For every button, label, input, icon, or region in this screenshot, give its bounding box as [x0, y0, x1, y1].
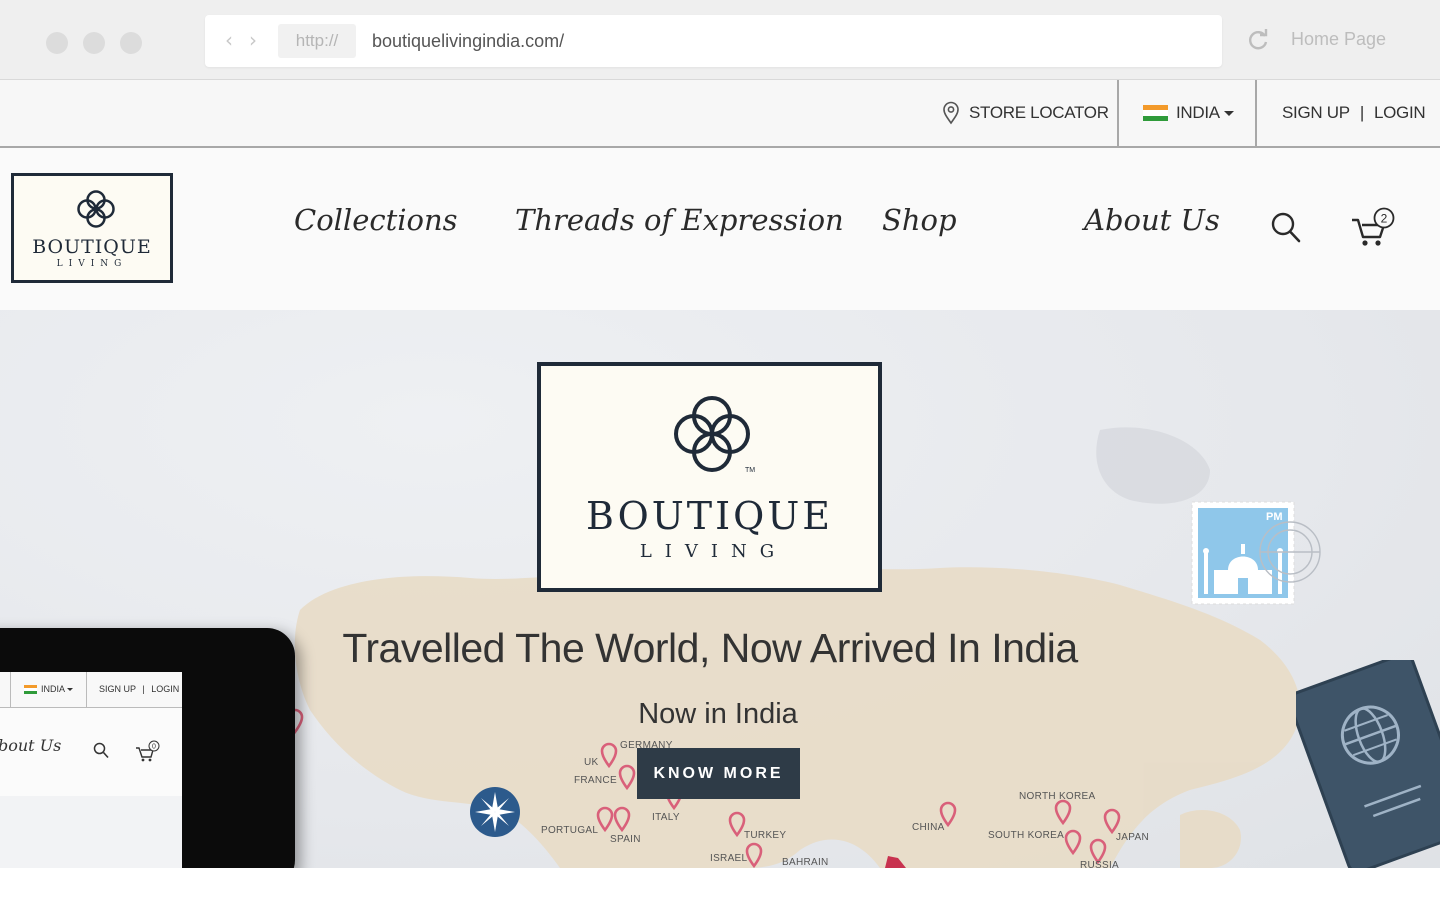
- login-link[interactable]: LOGIN: [1374, 103, 1426, 123]
- window-close-dot[interactable]: [46, 32, 68, 54]
- map-label-north-korea: NORTH KOREA: [1019, 791, 1096, 802]
- tablet-screen: INDIA SIGN UP | LOGIN bout Us 0: [0, 672, 182, 868]
- brand-name: BOUTIQUE: [32, 236, 152, 258]
- divider: [1255, 80, 1257, 146]
- map-label-portugal: PORTUGAL: [541, 825, 599, 836]
- tablet-topbar: INDIA SIGN UP | LOGIN: [0, 672, 182, 708]
- cart-button[interactable]: 2: [1350, 206, 1398, 255]
- browser-chrome: ‹ › http:// boutiquelivingindia.com/ Hom…: [0, 0, 1440, 80]
- tablet-auth-separator: |: [142, 684, 145, 694]
- map-label-uk: UK: [584, 757, 599, 768]
- hero-banner: GERMANY UK FRANCE PORTUGAL SPAIN ITALY T…: [0, 310, 1440, 868]
- map-label-turkey: TURKEY: [744, 830, 787, 841]
- map-label-china: CHINA: [912, 822, 945, 833]
- map-label-france: FRANCE: [574, 775, 617, 786]
- tablet-nav: bout Us 0: [0, 708, 182, 796]
- country-label: INDIA: [1176, 103, 1220, 122]
- india-flag-icon: [24, 684, 37, 694]
- divider: [10, 672, 11, 708]
- tablet-country-selector: INDIA: [24, 684, 74, 694]
- map-label-italy: ITALY: [652, 812, 680, 823]
- caret-down-icon: [67, 687, 74, 691]
- window-maximize-dot[interactable]: [120, 32, 142, 54]
- nav-collections[interactable]: Collections: [294, 203, 458, 237]
- brand-logo[interactable]: BOUTIQUE LIVING: [11, 173, 173, 283]
- home-page-button[interactable]: Home Page: [1291, 29, 1386, 50]
- search-icon: [93, 742, 109, 759]
- url-text[interactable]: boutiquelivingindia.com/: [372, 15, 564, 67]
- divider: [86, 672, 87, 708]
- address-bar[interactable]: ‹ › http:// boutiquelivingindia.com/: [205, 15, 1222, 67]
- map-label-israel: ISRAEL: [710, 853, 748, 864]
- svg-text:0: 0: [152, 744, 156, 751]
- store-locator-link[interactable]: STORE LOCATOR: [942, 80, 1109, 146]
- cart-icon: 2: [1352, 207, 1395, 246]
- reload-icon[interactable]: [1245, 27, 1271, 53]
- svg-text:TM: TM: [745, 467, 755, 474]
- nav-about-us[interactable]: About Us: [1084, 203, 1220, 237]
- tablet-login: LOGIN: [151, 684, 180, 694]
- auth-links: SIGN UP | LOGIN: [1282, 80, 1426, 146]
- taj-mahal-stamp-icon: PM: [1191, 501, 1321, 605]
- hero-brand-name: BOUTIQUE: [585, 494, 834, 538]
- tablet-sign-up: SIGN UP: [99, 684, 136, 694]
- map-label-bahrain: BAHRAIN: [782, 857, 829, 868]
- know-more-button[interactable]: KNOW MORE: [637, 748, 800, 799]
- brand-sub: LIVING: [56, 259, 128, 269]
- location-pin-icon: [943, 101, 959, 125]
- country-selector[interactable]: INDIA: [1143, 80, 1234, 146]
- map-label-spain: SPAIN: [610, 834, 641, 845]
- caret-down-icon: [1223, 110, 1234, 116]
- nav-threads-of-expression[interactable]: Threads of Expression: [515, 203, 844, 237]
- site-topbar: STORE LOCATOR INDIA SIGN UP | LOGIN: [0, 80, 1440, 148]
- map-label-south-korea: SOUTH KOREA: [988, 830, 1065, 841]
- hero-brand-logo: TM BOUTIQUE LIVING: [537, 362, 882, 592]
- map-label-japan: JAPAN: [1116, 832, 1149, 843]
- cart-icon: 0: [136, 740, 160, 762]
- knot-logo-icon: TM: [674, 396, 755, 474]
- nav-shop[interactable]: Shop: [882, 203, 957, 237]
- compass-icon: [470, 787, 520, 837]
- hero-brand-sub: LIVING: [639, 541, 788, 562]
- divider: [1117, 80, 1119, 146]
- chevron-left-icon[interactable]: ‹: [225, 27, 233, 53]
- tablet-device-mockup: INDIA SIGN UP | LOGIN bout Us 0: [0, 628, 295, 868]
- tablet-country-label: INDIA: [41, 684, 66, 694]
- auth-separator: |: [1359, 103, 1364, 122]
- map-label-russia: RUSSIA: [1080, 860, 1120, 868]
- window-minimize-dot[interactable]: [83, 32, 105, 54]
- passport-icon: [1296, 660, 1440, 868]
- knot-logo-icon: [77, 190, 115, 228]
- india-flag-icon: [1143, 105, 1168, 121]
- store-locator-label: STORE LOCATOR: [969, 103, 1109, 122]
- cart-count: 2: [1381, 212, 1388, 226]
- tablet-auth-links: SIGN UP | LOGIN: [99, 684, 179, 694]
- stamp-text: PM: [1266, 511, 1283, 523]
- tablet-nav-about-us: bout Us: [0, 736, 62, 755]
- main-navigation: BOUTIQUE LIVING Collections Threads of E…: [0, 148, 1440, 310]
- url-protocol: http://: [278, 24, 356, 58]
- sign-up-link[interactable]: SIGN UP: [1282, 103, 1350, 123]
- chevron-right-icon[interactable]: ›: [249, 27, 257, 53]
- search-icon[interactable]: [1270, 211, 1302, 245]
